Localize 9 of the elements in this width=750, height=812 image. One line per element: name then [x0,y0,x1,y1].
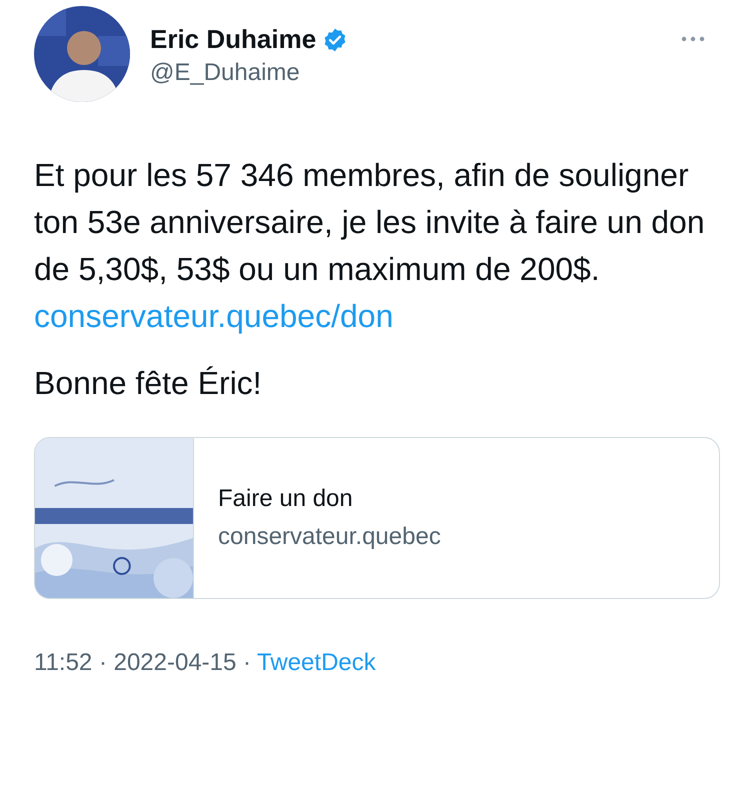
timestamp[interactable]: 11:52 · 2022-04-15 · [34,649,252,677]
card-domain: conservateur.quebec [218,523,441,551]
link-card[interactable]: Faire un don conservateur.quebec [34,437,720,599]
author-handle[interactable]: @E_Duhaime [150,59,348,87]
tweet-text: Bonne fête Éric! [34,364,263,403]
card-title: Faire un don [218,485,354,513]
more-options-icon[interactable] [681,36,705,42]
tweet-text: Et pour les 57 346 membres, afin de souligner ton 53e anniversaire, je les invite à faire un don de 5,30$, 53$ ou un maximum de 200$. [34,156,706,289]
author-name[interactable]: Eric Duhaime [150,24,316,55]
